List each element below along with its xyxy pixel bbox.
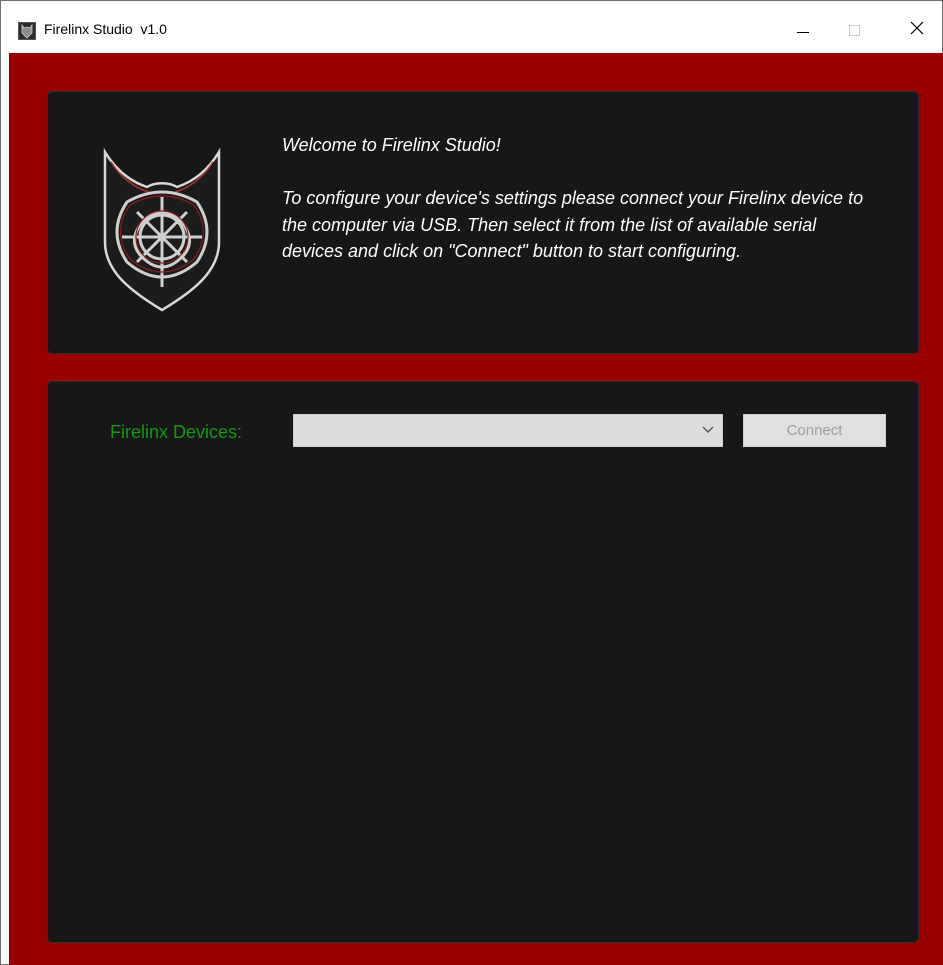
minimize-button[interactable] (780, 1, 826, 53)
main-content: Welcome to Firelinx Studio! To configure… (9, 53, 943, 965)
maximize-icon (849, 25, 860, 36)
app-window: Firelinx Studio v1.0 Welcome to Firelinx… (0, 0, 943, 965)
connect-button[interactable]: Connect (743, 414, 886, 447)
maximize-button[interactable] (832, 1, 878, 53)
close-icon (910, 21, 924, 35)
devices-label: Firelinx Devices: (110, 422, 243, 442)
title-bar[interactable]: Firelinx Studio v1.0 (1, 1, 942, 53)
devices-panel: Firelinx Devices: Connect (47, 381, 919, 943)
close-button[interactable] (894, 1, 940, 53)
window-title: Firelinx Studio v1.0 (44, 21, 167, 37)
minimize-icon (797, 32, 809, 33)
device-select-dropdown[interactable] (293, 414, 723, 447)
chevron-down-icon (702, 426, 714, 433)
celtic-knot-shield-logo (103, 147, 221, 312)
welcome-title: Welcome to Firelinx Studio! (282, 135, 501, 155)
welcome-instructions: To configure your device's settings plea… (282, 188, 864, 261)
app-icon (18, 22, 36, 40)
welcome-panel: Welcome to Firelinx Studio! To configure… (47, 91, 919, 354)
